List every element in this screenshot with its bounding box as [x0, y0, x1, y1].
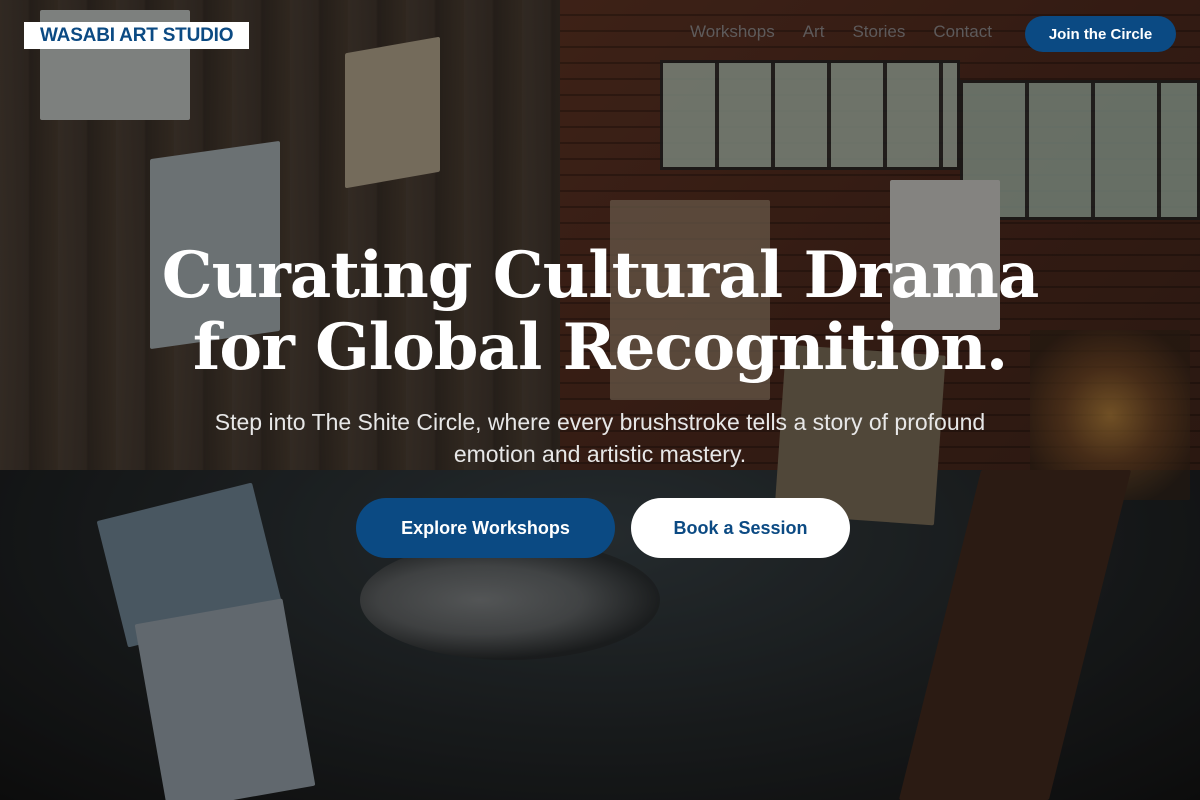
hero-cta-row: Explore Workshops Book a Session [0, 498, 1200, 558]
hero-title: Curating Cultural Drama for Global Recog… [0, 240, 1200, 384]
hero-section: Curating Cultural Drama for Global Recog… [0, 240, 1200, 470]
hero-subtitle: Step into The Shite Circle, where every … [214, 409, 986, 467]
join-circle-button[interactable]: Join the Circle [1025, 16, 1176, 52]
book-session-button[interactable]: Book a Session [631, 498, 850, 558]
hero-title-line-2: for Global Recognition. [192, 310, 1008, 385]
hero-title-line-1: Curating Cultural Drama [161, 238, 1040, 313]
nav-item-contact[interactable]: Contact [933, 22, 992, 42]
site-logo[interactable]: WASABI ART STUDIO [24, 22, 250, 49]
nav-item-workshops[interactable]: Workshops [690, 22, 775, 42]
nav-item-stories[interactable]: Stories [852, 22, 905, 42]
site-header: WASABI ART STUDIO Workshops Art Stories … [0, 0, 1200, 68]
main-nav: Workshops Art Stories Contact [690, 22, 992, 42]
explore-workshops-button[interactable]: Explore Workshops [356, 498, 615, 558]
nav-item-art[interactable]: Art [803, 22, 825, 42]
